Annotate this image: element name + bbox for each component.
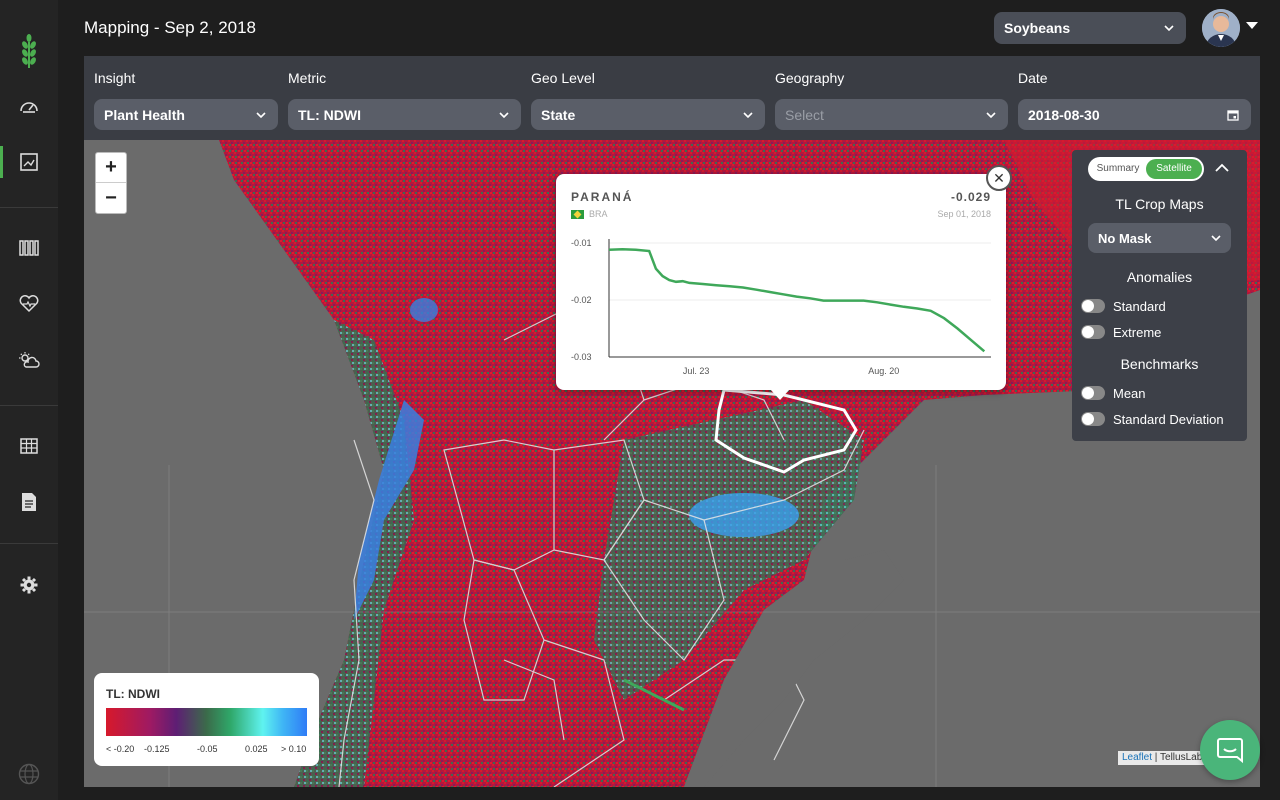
crop-maps-title: TL Crop Maps [1115, 196, 1204, 212]
geo-level-select-value: State [541, 106, 576, 123]
anomaly-standard-toggle[interactable] [1081, 299, 1105, 313]
user-photo [1202, 9, 1240, 47]
filter-label-geography: Geography [775, 70, 845, 86]
leaflet-link[interactable]: Leaflet [1122, 752, 1152, 763]
globe-icon[interactable] [0, 754, 58, 794]
chevron-down-icon [256, 111, 266, 118]
zoom-out-button[interactable]: − [96, 183, 126, 213]
zoom-in-button[interactable]: + [96, 153, 126, 183]
popup-line-chart: -0.01 -0.02 -0.03 Jul. 23 Aug. 20 [571, 238, 991, 376]
metric-select[interactable]: TL: NDWI [288, 99, 521, 130]
chevron-down-icon [499, 111, 509, 118]
logo-wheat-icon[interactable] [0, 31, 58, 71]
anomaly-standard-row[interactable]: Standard [1081, 297, 1166, 315]
legend-color-ramp [106, 708, 307, 736]
avatar[interactable] [1202, 9, 1240, 47]
geo-level-select[interactable]: State [531, 99, 765, 130]
metric-select-value: TL: NDWI [298, 106, 361, 123]
dashboard-gauge-icon[interactable] [0, 86, 58, 126]
legend-ticks: < -0.20 -0.125 -0.05 0.025 > 0.10 [106, 744, 307, 756]
map-icon[interactable] [0, 142, 58, 182]
satellite-option[interactable]: Satellite [1146, 159, 1202, 179]
table-icon[interactable] [0, 426, 58, 466]
chevron-down-icon [986, 111, 996, 118]
insight-select[interactable]: Plant Health [94, 99, 278, 130]
calendar-icon[interactable] [1227, 109, 1239, 121]
benchmarks-title: Benchmarks [1120, 356, 1199, 372]
anomaly-standard-label: Standard [1113, 298, 1166, 314]
crop-select[interactable]: Soybeans [994, 12, 1186, 44]
benchmark-stddev-label: Standard Deviation [1113, 411, 1224, 427]
geography-select-placeholder: Select [785, 106, 824, 123]
sidebar-divider [0, 207, 58, 208]
filter-label-metric: Metric [288, 70, 327, 86]
chevron-down-icon [1211, 235, 1221, 242]
x-tick-label: Jul. 23 [683, 366, 710, 376]
mask-select[interactable]: No Mask [1088, 223, 1231, 253]
benchmark-stddev-row[interactable]: Standard Deviation [1081, 410, 1224, 428]
popup-date: Sep 01, 2018 [937, 209, 991, 219]
sidebar-divider [0, 405, 58, 406]
y-tick-label: -0.02 [571, 295, 592, 305]
weather-icon[interactable] [0, 340, 58, 380]
settings-gear-icon[interactable] [0, 565, 58, 605]
legend-tick: -0.125 [144, 744, 170, 754]
chat-icon [1217, 738, 1243, 764]
anomalies-title: Anomalies [1126, 269, 1193, 285]
chevron-up-icon[interactable] [1214, 160, 1230, 176]
legend-tick: < -0.20 [106, 744, 135, 754]
chevron-down-icon [743, 111, 753, 118]
mask-select-value: No Mask [1098, 230, 1152, 246]
user-menu-caret-icon[interactable] [1246, 22, 1258, 29]
legend-tick: 0.025 [245, 744, 268, 754]
date-input-value: 2018-08-30 [1028, 106, 1100, 123]
filter-bar: Insight Metric Geo Level Geography Date … [84, 56, 1260, 140]
filter-label-insight: Insight [94, 70, 136, 86]
anomaly-extreme-row[interactable]: Extreme [1081, 323, 1161, 341]
filter-label-date: Date [1018, 70, 1048, 86]
benchmark-mean-row[interactable]: Mean [1081, 384, 1146, 402]
y-tick-label: -0.03 [571, 352, 592, 362]
legend-title: TL: NDWI [106, 687, 160, 701]
page-title: Mapping - Sep 2, 2018 [84, 18, 257, 37]
popup-region-name: PARANÁ [571, 190, 634, 204]
popup-country: BRA [571, 209, 608, 219]
anomaly-extreme-label: Extreme [1113, 324, 1162, 340]
geography-select[interactable]: Select [775, 99, 1008, 130]
benchmark-mean-toggle[interactable] [1081, 386, 1105, 400]
popup-country-code: BRA [589, 209, 608, 219]
legend-tick: -0.05 [197, 744, 218, 754]
layer-panel: Summary Satellite TL Crop Maps No Mask A… [1072, 150, 1247, 441]
crop-select-value: Soybeans [1004, 20, 1071, 36]
map-legend: TL: NDWI < -0.20 -0.125 -0.05 0.025 > 0.… [94, 673, 319, 766]
benchmark-stddev-toggle[interactable] [1081, 412, 1105, 426]
anomaly-extreme-toggle[interactable] [1081, 325, 1105, 339]
fields-rows-icon[interactable] [0, 228, 58, 268]
y-tick-label: -0.01 [571, 238, 592, 248]
chevron-down-icon [1164, 25, 1174, 32]
x-tick-label: Aug. 20 [868, 366, 899, 376]
attribution-text: | TellusLabs [1152, 752, 1208, 763]
summary-option[interactable]: Summary [1090, 159, 1146, 179]
sidebar [0, 0, 58, 800]
legend-tick: > 0.10 [281, 744, 307, 754]
chat-launcher-button[interactable] [1200, 720, 1260, 780]
sidebar-divider [0, 543, 58, 544]
insight-select-value: Plant Health [104, 106, 185, 123]
brazil-flag-icon [571, 209, 584, 219]
report-document-icon[interactable] [0, 482, 58, 522]
date-input[interactable]: 2018-08-30 [1018, 99, 1251, 130]
popup-value: -0.029 [950, 190, 991, 204]
region-popup: PARANÁ -0.029 BRA Sep 01, 2018 -0.01 -0.0… [556, 174, 1006, 390]
view-toggle[interactable]: Summary Satellite [1088, 157, 1204, 181]
popup-close-button[interactable]: ✕ [986, 165, 1012, 191]
zoom-control: + − [95, 152, 127, 214]
popup-tip [770, 389, 790, 400]
filter-label-geo-level: Geo Level [531, 70, 595, 86]
benchmark-mean-label: Mean [1113, 385, 1146, 401]
health-heart-icon[interactable] [0, 284, 58, 324]
